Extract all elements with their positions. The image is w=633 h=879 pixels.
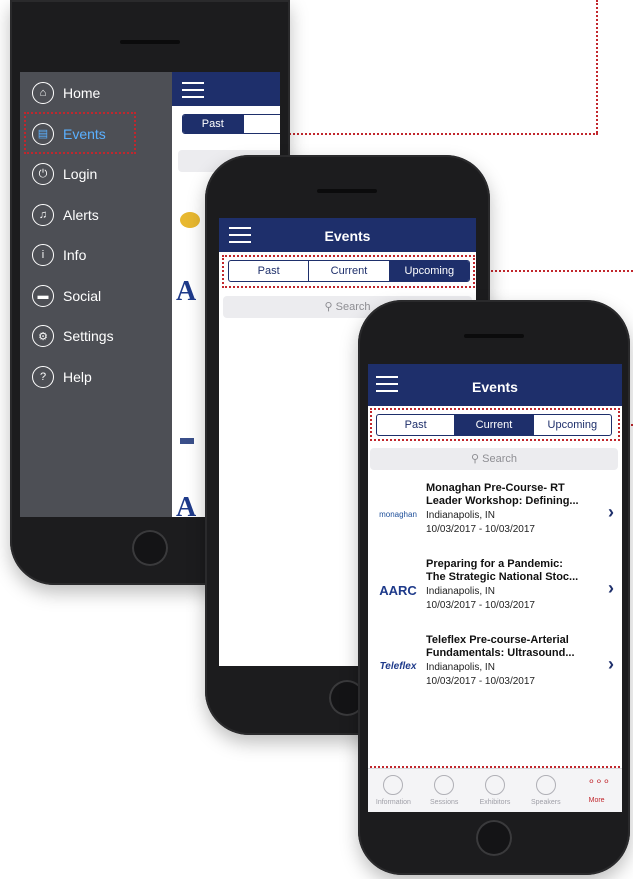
menu-label: Alerts: [63, 206, 99, 223]
menu-label: Help: [63, 368, 92, 385]
annotation-line-tabs: [470, 270, 633, 272]
event-dates: 10/03/2017 - 10/03/2017: [426, 600, 535, 611]
hamburger-icon[interactable]: [182, 82, 204, 98]
event-list-item[interactable]: AARC Preparing for a Pandemic: The Strateg…: [368, 552, 622, 628]
navbar: Events: [368, 364, 622, 406]
segment-control: Past: [182, 114, 280, 134]
menu-item-social[interactable]: ▬ Social: [32, 284, 102, 307]
annotation-box-tabbar: [368, 766, 622, 812]
event-title-line1: Monaghan Pre-Course- RT: [426, 482, 565, 494]
tab-current[interactable]: [244, 115, 281, 133]
search-input[interactable]: ⚲ Search: [370, 448, 618, 470]
event-list-item[interactable]: Teleflex Teleflex Pre-course-Arterial Fund…: [368, 628, 622, 704]
annotation-line-top: [596, 0, 598, 133]
menu-item-alerts[interactable]: ♫ Alerts: [32, 203, 99, 226]
gear-icon: ⚙: [32, 325, 54, 347]
search-placeholder: Search: [482, 453, 517, 465]
phone-current: Events Past Current Upcoming ⚲ Search mona…: [358, 300, 630, 875]
chevron-right-icon: ›: [608, 578, 614, 598]
bell-icon: ♫: [32, 203, 54, 226]
info-icon: i: [32, 244, 54, 266]
page-title: Events: [472, 379, 518, 395]
home-icon: ⌂: [32, 82, 54, 104]
speaker: [317, 189, 377, 193]
event-logo-sunforum: [180, 212, 200, 228]
event-title-line1: Teleflex Pre-course-Arterial: [426, 634, 569, 646]
event-logo-ai-2: A: [176, 492, 197, 517]
menu-item-info[interactable]: i Info: [32, 244, 86, 266]
event-list-item[interactable]: monaghan Monaghan Pre-Course- RT Leader Wo…: [368, 476, 622, 552]
search-icon: ⚲: [324, 301, 336, 313]
menu-label: Login: [63, 166, 98, 182]
home-button[interactable]: [476, 820, 512, 856]
event-location: Indianapolis, IN: [426, 510, 495, 521]
chevron-right-icon: ›: [608, 502, 614, 522]
tab-past[interactable]: Past: [183, 115, 244, 133]
event-title-line1: Preparing for a Pandemic:: [426, 558, 563, 570]
event-dates: 10/03/2017 - 10/03/2017: [426, 676, 535, 687]
speaker: [120, 40, 180, 44]
event-logo: AARC: [379, 582, 417, 598]
chat-icon: ▬: [32, 284, 54, 307]
event-title-line2: Fundamentals: Ultrasound...: [426, 647, 575, 659]
event-dates: 10/03/2017 - 10/03/2017: [426, 524, 535, 535]
event-location: Indianapolis, IN: [426, 586, 495, 597]
power-icon: ⏻: [32, 163, 54, 185]
navbar: Events: [219, 218, 476, 252]
annotation-box-tabs: [222, 255, 475, 288]
menu-item-help[interactable]: ? Help: [32, 365, 92, 388]
event-title-line2: Leader Workshop: Defining...: [426, 495, 579, 507]
menu-label: Settings: [63, 328, 114, 344]
menu-item-login[interactable]: ⏻ Login: [32, 163, 97, 185]
event-logo-small: [180, 438, 194, 444]
home-button[interactable]: [132, 530, 168, 566]
screen-current: Events Past Current Upcoming ⚲ Search mona…: [368, 364, 622, 812]
speaker: [464, 334, 524, 338]
navbar: [172, 72, 280, 106]
search-icon: ⚲: [471, 453, 483, 465]
search-placeholder: Search: [335, 301, 371, 313]
page-title: Events: [324, 228, 371, 244]
menu-label: Home: [63, 85, 101, 101]
menu-label: Social: [63, 287, 102, 304]
menu-item-home[interactable]: ⌂ Home: [32, 82, 100, 104]
event-location: Indianapolis, IN: [426, 662, 495, 673]
help-icon: ?: [32, 365, 54, 388]
menu-item-settings[interactable]: ⚙ Settings: [32, 325, 114, 347]
event-title-line2: The Strategic National Stoc...: [426, 571, 579, 583]
event-logo: monaghan: [379, 509, 417, 519]
event-logo-ai: A: [176, 276, 197, 307]
annotation-box-tabs: [370, 408, 620, 441]
menu-label: Info: [63, 247, 87, 263]
annotation-box-events: [24, 112, 136, 154]
event-logo: Teleflex: [379, 660, 417, 672]
chevron-right-icon: ›: [608, 654, 614, 674]
